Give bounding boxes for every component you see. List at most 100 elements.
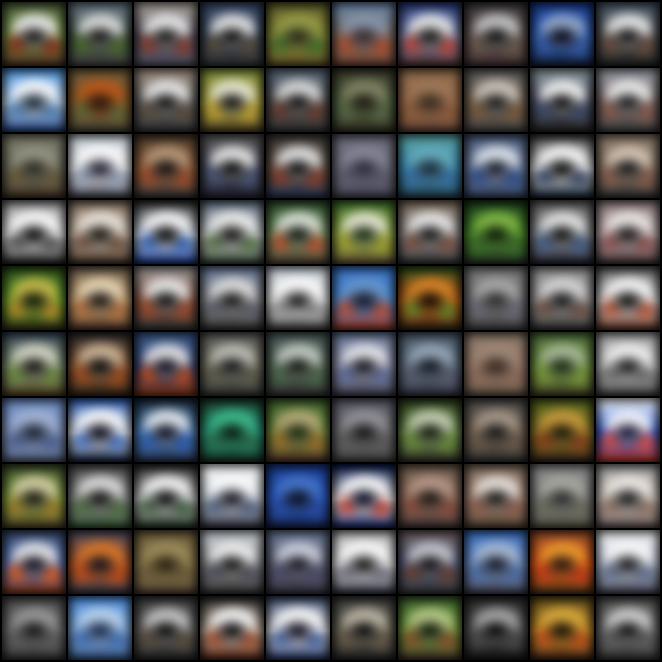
sample-tile — [2, 398, 66, 462]
sample-tile — [398, 68, 462, 132]
sample-tile — [68, 464, 132, 528]
tile-vignette — [398, 530, 462, 594]
sample-tile — [200, 68, 264, 132]
sample-tile — [2, 2, 66, 66]
sample-tile — [134, 68, 198, 132]
sample-tile — [266, 134, 330, 198]
tile-vignette — [596, 266, 660, 330]
sample-tile — [266, 266, 330, 330]
sample-tile — [398, 398, 462, 462]
tile-vignette — [2, 464, 66, 528]
sample-tile — [332, 398, 396, 462]
sample-tile — [2, 596, 66, 660]
tile-vignette — [530, 398, 594, 462]
sample-tile — [68, 332, 132, 396]
sample-tile — [266, 398, 330, 462]
tile-vignette — [464, 398, 528, 462]
sample-tile — [464, 596, 528, 660]
tile-vignette — [596, 68, 660, 132]
tile-vignette — [2, 200, 66, 264]
sample-tile — [200, 332, 264, 396]
sample-tile — [2, 68, 66, 132]
sample-tile — [398, 134, 462, 198]
sample-tile — [530, 332, 594, 396]
tile-vignette — [68, 266, 132, 330]
sample-tile — [530, 68, 594, 132]
tile-vignette — [464, 530, 528, 594]
tile-vignette — [596, 200, 660, 264]
tile-vignette — [200, 266, 264, 330]
sample-tile — [332, 200, 396, 264]
tile-vignette — [68, 2, 132, 66]
sample-tile — [398, 530, 462, 594]
sample-tile — [596, 530, 660, 594]
sample-tile — [596, 134, 660, 198]
tile-vignette — [332, 398, 396, 462]
tile-vignette — [332, 134, 396, 198]
sample-tile — [332, 332, 396, 396]
sample-tile — [134, 464, 198, 528]
tile-vignette — [332, 266, 396, 330]
tile-vignette — [134, 2, 198, 66]
sample-tile — [464, 134, 528, 198]
tile-vignette — [530, 596, 594, 660]
sample-tile — [266, 596, 330, 660]
sample-tile — [68, 68, 132, 132]
tile-vignette — [464, 266, 528, 330]
tile-vignette — [2, 266, 66, 330]
sample-tile — [134, 200, 198, 264]
tile-vignette — [332, 332, 396, 396]
sample-tile — [530, 2, 594, 66]
sample-tile — [596, 464, 660, 528]
tile-vignette — [68, 530, 132, 594]
tile-vignette — [200, 2, 264, 66]
tile-vignette — [266, 266, 330, 330]
sample-tile — [134, 596, 198, 660]
tile-vignette — [68, 332, 132, 396]
tile-vignette — [134, 134, 198, 198]
sample-tile — [332, 68, 396, 132]
sample-tile — [530, 266, 594, 330]
tile-vignette — [530, 530, 594, 594]
sample-tile — [530, 596, 594, 660]
tile-vignette — [398, 332, 462, 396]
tile-vignette — [2, 2, 66, 66]
tile-vignette — [332, 2, 396, 66]
tile-vignette — [266, 68, 330, 132]
sample-tile — [596, 2, 660, 66]
tile-vignette — [596, 596, 660, 660]
tile-vignette — [332, 530, 396, 594]
sample-tile — [530, 464, 594, 528]
sample-tile — [464, 68, 528, 132]
tile-vignette — [464, 464, 528, 528]
sample-tile — [200, 200, 264, 264]
tile-vignette — [266, 134, 330, 198]
sample-tile — [134, 530, 198, 594]
sample-tile — [2, 134, 66, 198]
sample-tile — [68, 2, 132, 66]
tile-vignette — [134, 200, 198, 264]
tile-vignette — [398, 200, 462, 264]
tile-vignette — [266, 2, 330, 66]
tile-vignette — [596, 464, 660, 528]
tile-vignette — [398, 464, 462, 528]
tile-vignette — [2, 68, 66, 132]
tile-vignette — [464, 2, 528, 66]
tile-vignette — [200, 398, 264, 462]
tile-vignette — [332, 596, 396, 660]
tile-vignette — [2, 530, 66, 594]
sample-tile — [596, 266, 660, 330]
sample-tile — [68, 200, 132, 264]
sample-tile — [398, 266, 462, 330]
sample-tile — [134, 398, 198, 462]
sample-tile — [200, 266, 264, 330]
sample-tile — [596, 398, 660, 462]
tile-vignette — [596, 398, 660, 462]
tile-vignette — [464, 200, 528, 264]
tile-vignette — [200, 464, 264, 528]
tile-vignette — [596, 530, 660, 594]
tile-vignette — [398, 68, 462, 132]
tile-vignette — [266, 332, 330, 396]
sample-tile — [68, 134, 132, 198]
sample-tile — [266, 332, 330, 396]
